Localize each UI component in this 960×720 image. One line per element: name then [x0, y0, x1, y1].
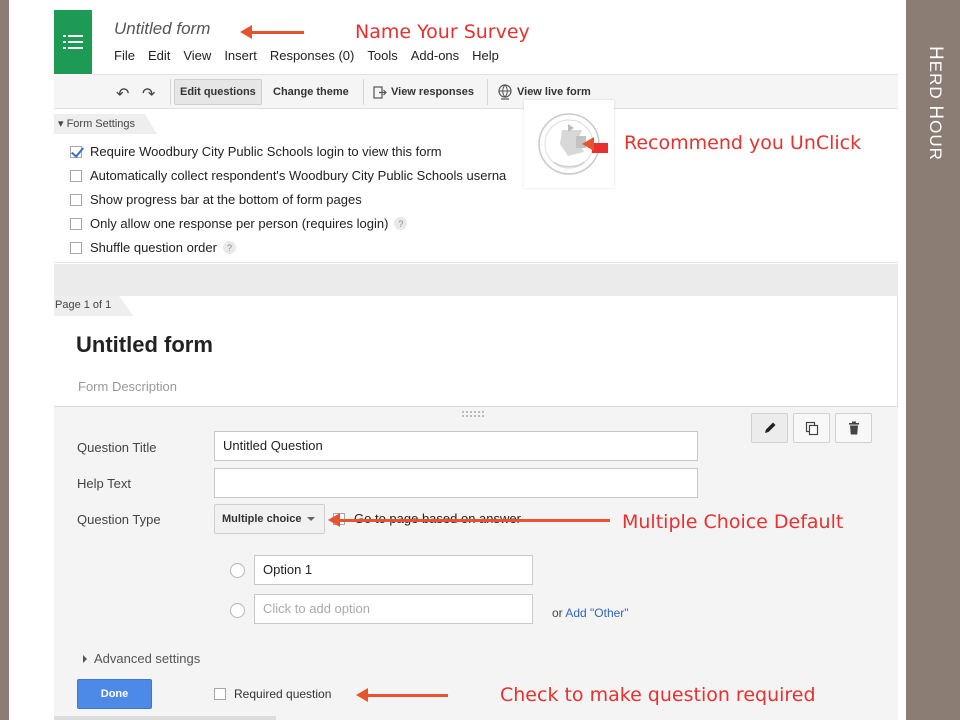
annotation-required: Check to make question required: [500, 684, 816, 706]
menu-insert[interactable]: Insert: [224, 48, 257, 63]
duplicate-icon: [805, 421, 818, 436]
shuffle-checkbox[interactable]: [70, 241, 82, 254]
list-icon: [63, 35, 83, 49]
add-other-row: or Add "Other": [552, 606, 629, 620]
option-radio: [230, 563, 245, 578]
view-responses-button[interactable]: View responses: [368, 79, 479, 105]
help-icon[interactable]: ?: [394, 217, 408, 230]
arrow-name-survey: [240, 25, 304, 39]
required-question-label: Required question: [234, 687, 332, 701]
setting-label: Shuffle question order: [90, 240, 217, 255]
delete-button[interactable]: [835, 413, 872, 443]
globe-icon: [498, 84, 512, 100]
question-type-label: Question Type: [77, 512, 161, 527]
drag-handle[interactable]: [462, 411, 484, 417]
menu-addons[interactable]: Add-ons: [411, 48, 459, 63]
section-gap: [54, 264, 898, 296]
form-title-header[interactable]: Untitled form: [114, 19, 210, 39]
view-responses-label: View responses: [391, 86, 474, 98]
caret-down-icon: [307, 517, 316, 521]
menu-bar: File Edit View Insert Responses (0) Tool…: [114, 48, 512, 63]
help-icon[interactable]: ?: [222, 241, 236, 254]
form-settings-label: Form Settings: [66, 118, 136, 130]
duplicate-button[interactable]: [793, 413, 830, 443]
setting-require-login[interactable]: Require Woodbury City Public Schools log…: [70, 144, 442, 159]
add-other-link[interactable]: Add "Other": [565, 606, 628, 620]
toolbar: ↶ ↷ Edit questions Change theme View res…: [54, 75, 898, 109]
edit-button[interactable]: [751, 413, 788, 443]
slide-right-gap: [898, 0, 906, 720]
forms-app-icon[interactable]: [54, 10, 92, 74]
help-text-label: Help Text: [77, 476, 131, 491]
menu-help[interactable]: Help: [472, 48, 499, 63]
form-page: Page 1 of 1 Untitled form Form Descripti…: [54, 296, 898, 720]
setting-collect-username[interactable]: Automatically collect respondent's Woodb…: [70, 168, 506, 183]
forms-screenshot: Untitled form File Edit View Insert Resp…: [54, 9, 898, 720]
arrow-required: [356, 688, 448, 702]
menu-tools[interactable]: Tools: [367, 48, 397, 63]
setting-label: Automatically collect respondent's Woodb…: [90, 168, 507, 183]
question-type-value: Multiple choice: [222, 513, 302, 525]
advanced-settings-toggle[interactable]: Advanced settings: [83, 651, 200, 666]
annotation-name-survey: Name Your Survey: [355, 21, 530, 43]
arrow-unclick: [582, 137, 608, 153]
setting-label: Show progress bar at the bottom of form …: [90, 192, 362, 207]
menu-responses[interactable]: Responses (0): [270, 48, 355, 63]
page-tab: Page 1 of 1: [54, 296, 134, 316]
toolbar-separator: [363, 79, 364, 105]
help-text-input[interactable]: [214, 468, 698, 498]
add-option-input[interactable]: Click to add option: [254, 594, 533, 624]
done-button[interactable]: Done: [77, 679, 152, 709]
form-settings-toggle[interactable]: ▾ Form Settings: [54, 114, 158, 134]
progress-bar-checkbox[interactable]: [70, 193, 82, 206]
option-1-input[interactable]: Option 1: [254, 555, 533, 585]
menu-file[interactable]: File: [114, 48, 135, 63]
require-login-checkbox[interactable]: [70, 145, 82, 158]
setting-shuffle[interactable]: Shuffle question order ?: [70, 240, 236, 255]
menu-edit[interactable]: Edit: [148, 48, 170, 63]
setting-label: Require Woodbury City Public Schools log…: [90, 144, 442, 159]
required-question-row[interactable]: Required question: [214, 687, 331, 701]
question-title-input[interactable]: Untitled Question: [214, 431, 698, 461]
question-title-label: Question Title: [77, 440, 157, 455]
collect-username-checkbox[interactable]: [70, 169, 82, 182]
toolbar-separator: [170, 79, 171, 105]
annotation-unclick: Recommend you UnClick: [624, 132, 862, 154]
form-description[interactable]: Form Description: [78, 379, 177, 394]
question-type-select[interactable]: Multiple choice: [214, 504, 325, 534]
toolbar-separator: [487, 79, 488, 105]
redo-icon[interactable]: ↷: [142, 84, 155, 104]
export-icon: [373, 85, 387, 99]
setting-one-response[interactable]: Only allow one response per person (requ…: [70, 216, 408, 231]
slide-side-title: HERD HOUR: [925, 46, 946, 161]
edit-questions-button[interactable]: Edit questions: [174, 79, 262, 105]
or-text: or: [552, 606, 563, 620]
option-radio: [230, 603, 245, 618]
setting-label: Only allow one response per person (requ…: [90, 216, 389, 231]
page-title[interactable]: Untitled form: [76, 332, 213, 358]
view-live-form-label: View live form: [517, 86, 591, 98]
required-checkbox[interactable]: [214, 688, 226, 700]
annotation-multiple-choice: Multiple Choice Default: [622, 511, 844, 533]
trash-icon: [848, 421, 859, 435]
advanced-settings-label: Advanced settings: [94, 651, 201, 666]
slide-left-border: [0, 0, 9, 720]
slide: HERD HOUR Untitled form File Edit View I…: [0, 0, 960, 720]
menu-view[interactable]: View: [183, 48, 211, 63]
horizontal-scrollbar[interactable]: [54, 716, 276, 720]
one-response-checkbox[interactable]: [70, 217, 82, 230]
undo-icon[interactable]: ↶: [116, 84, 129, 104]
change-theme-button[interactable]: Change theme: [268, 79, 354, 105]
setting-progress-bar[interactable]: Show progress bar at the bottom of form …: [70, 192, 362, 207]
expand-arrow-icon: [83, 654, 87, 663]
pencil-icon: [764, 422, 775, 433]
question-editor: Question Title Untitled Question Help Te…: [54, 406, 898, 720]
arrow-multiple-choice: [328, 513, 610, 527]
